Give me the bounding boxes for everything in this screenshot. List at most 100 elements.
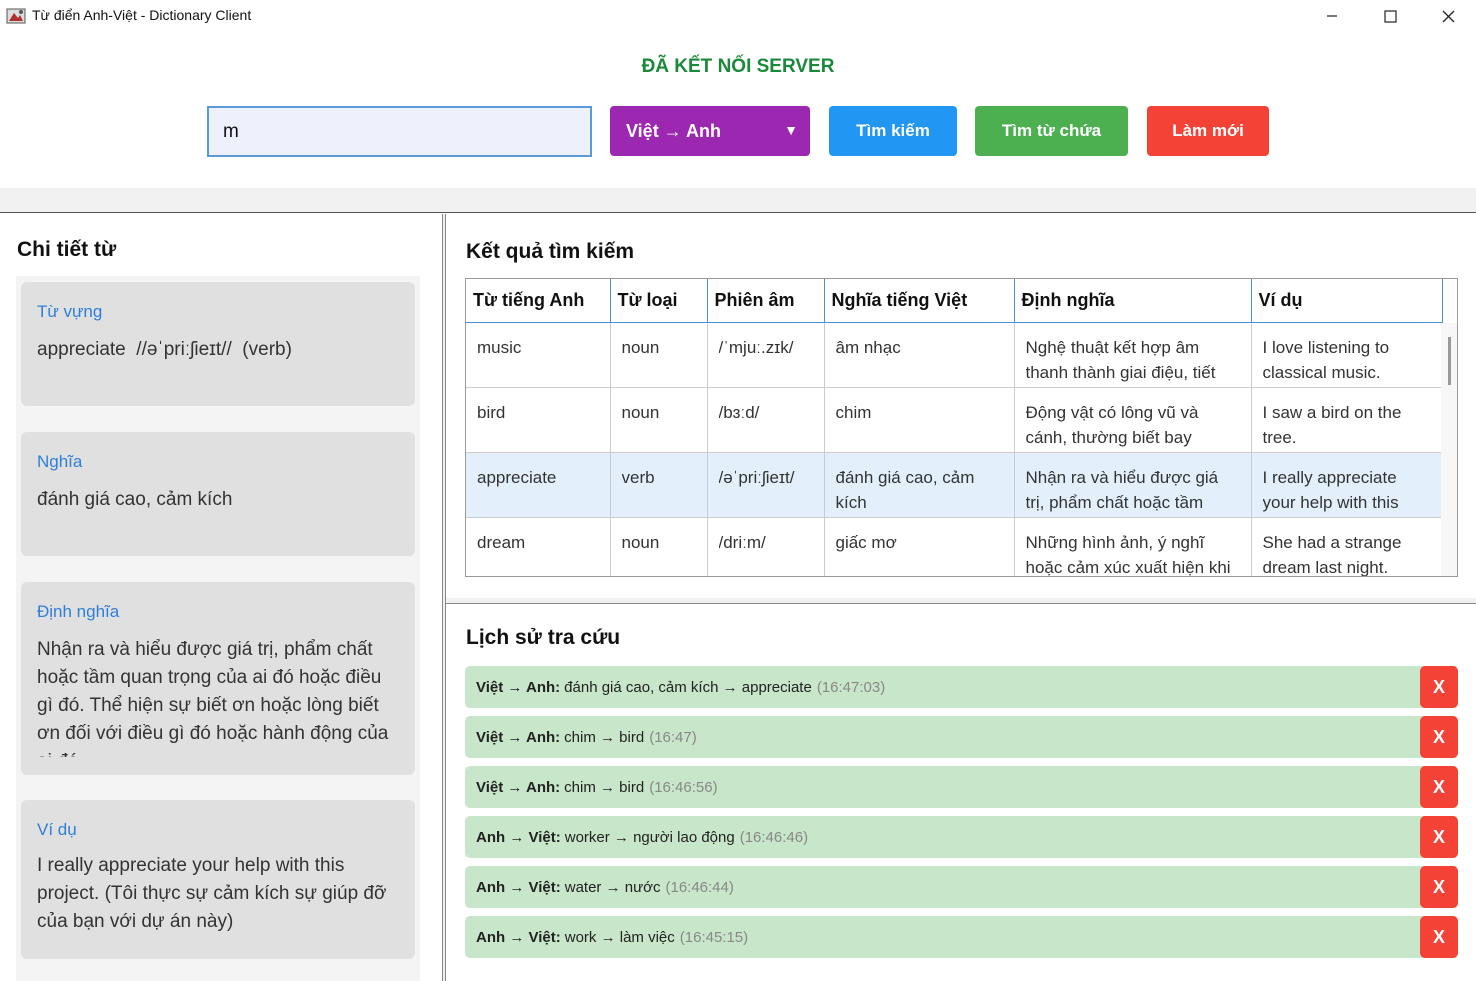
column-header[interactable]: Định nghĩa: [1014, 279, 1252, 323]
direction-select-value: Việt → Anh: [626, 120, 722, 141]
reset-button[interactable]: Làm mới: [1147, 106, 1269, 156]
column-header[interactable]: Từ loại: [610, 279, 708, 323]
history-direction: Anh → Việt:: [476, 878, 561, 896]
details-title: Chi tiết từ: [17, 238, 117, 261]
details-panel: Chi tiết từ Từ vựng appreciate //əˈpriːʃ…: [0, 214, 440, 981]
history-item[interactable]: Anh → Việt: work → làm việc (16:45:15) X: [465, 916, 1458, 958]
card-body: Nhận ra và hiểu được giá trị, phẩm chất …: [37, 639, 389, 757]
table-row-selected[interactable]: appreciate verb /əˈpriːʃieɪt/ đánh giá c…: [466, 452, 1443, 518]
close-button[interactable]: [1420, 0, 1476, 32]
history-text: chim → bird: [564, 728, 645, 746]
table-cell: Những hình ảnh, ý nghĩ hoặc cảm xúc xuất…: [1025, 532, 1231, 577]
column-header[interactable]: Nghĩa tiếng Việt: [824, 279, 1015, 323]
history-panel: Lịch sử tra cứu Việt → Anh: đánh giá cao…: [446, 604, 1476, 981]
column-header[interactable]: Ví dụ: [1251, 279, 1443, 323]
toolbar: ĐÃ KẾT NỐI SERVER Việt → Anh ▼ Tìm kiếm …: [0, 32, 1476, 188]
table-cell: noun: [621, 532, 660, 552]
table-row[interactable]: music noun /ˈmjuː.zɪk/ âm nhạc Nghệ thuậ…: [466, 322, 1443, 388]
table-cell: She had a strange dream last night.: [1262, 532, 1402, 577]
table-cell: noun: [621, 337, 660, 357]
table-cell: /driːm/: [718, 532, 766, 552]
history-time: (16:46:56): [649, 778, 718, 796]
table-cell: appreciate: [477, 467, 557, 487]
delete-history-button[interactable]: X: [1420, 816, 1458, 858]
example-card: Ví dụ I really appreciate your help with…: [21, 800, 415, 959]
table-cell: Động vật có lông vũ và cánh, thường biết…: [1025, 402, 1199, 447]
table-cell: I saw a bird on the tree.: [1262, 402, 1402, 447]
connection-status: ĐÃ KẾT NỐI SERVER: [641, 56, 835, 77]
table-row[interactable]: bird noun /bɜːd/ chim Động vật có lông v…: [466, 387, 1443, 453]
card-label: Từ vựng: [37, 302, 103, 321]
table-row[interactable]: dream noun /driːm/ giấc mơ Những hình ản…: [466, 517, 1443, 577]
direction-select[interactable]: Việt → Anh ▼: [610, 106, 810, 156]
history-time: (16:47:03): [816, 678, 886, 696]
search-contains-button[interactable]: Tìm từ chứa: [975, 106, 1128, 156]
table-cell: đánh giá cao, cảm kích: [835, 467, 975, 512]
header-divider: [0, 188, 1476, 213]
card-body: I really appreciate your help with this …: [37, 855, 387, 932]
card-label: Nghĩa: [37, 452, 83, 471]
close-icon: [1442, 10, 1454, 22]
history-time: (16:47): [649, 728, 697, 746]
table-cell: music: [477, 337, 522, 357]
vocabulary-card: Từ vựng appreciate //əˈpriːʃieɪt// (verb…: [21, 282, 415, 406]
column-header[interactable]: Phiên âm: [707, 279, 825, 323]
delete-history-button[interactable]: X: [1420, 866, 1458, 908]
card-body: đánh giá cao, cảm kích: [37, 489, 233, 510]
table-scrollbar[interactable]: [1441, 323, 1457, 576]
history-text: worker → người lao động: [564, 828, 735, 846]
table-cell: âm nhạc: [835, 337, 901, 357]
table-cell: chim: [835, 402, 872, 422]
history-item[interactable]: Việt → Anh: chim → bird (16:46:56) X: [465, 766, 1458, 808]
history-time: (16:45:15): [679, 928, 749, 946]
delete-history-button[interactable]: X: [1420, 766, 1458, 808]
history-item[interactable]: Việt → Anh: đánh giá cao, cảm kích → app…: [465, 666, 1458, 708]
app-icon: [6, 8, 26, 24]
history-item[interactable]: Anh → Việt: water → nước (16:46:44) X: [465, 866, 1458, 908]
window-title: Từ điển Anh-Việt - Dictionary Client: [32, 7, 252, 23]
details-scroll-area[interactable]: Từ vựng appreciate //əˈpriːʃieɪt// (verb…: [16, 276, 420, 981]
history-item[interactable]: Việt → Anh: chim → bird (16:47) X: [465, 716, 1458, 758]
card-label: Ví dụ: [37, 820, 77, 839]
table-header: Từ tiếng Anh Từ loại Phiên âm Nghĩa tiến…: [466, 279, 1443, 323]
table-cell: dream: [477, 532, 526, 552]
delete-history-button[interactable]: X: [1420, 716, 1458, 758]
maximize-icon: [1383, 9, 1397, 23]
title-bar: Từ điển Anh-Việt - Dictionary Client: [0, 0, 1476, 32]
table-cell: giấc mơ: [835, 532, 897, 552]
table-cell: /bɜːd/: [718, 402, 760, 422]
table-cell: Nghệ thuật kết hợp âm thanh thành giai đ…: [1025, 337, 1216, 382]
results-title: Kết quả tìm kiếm: [466, 240, 635, 263]
table-cell: I love listening to classical music.: [1262, 337, 1390, 382]
delete-history-button[interactable]: X: [1420, 666, 1458, 708]
history-direction: Anh → Việt:: [476, 928, 561, 946]
minimize-button[interactable]: [1304, 0, 1360, 32]
column-header[interactable]: Từ tiếng Anh: [466, 279, 611, 323]
search-input[interactable]: [207, 106, 592, 157]
table-cell: verb: [621, 467, 655, 487]
history-text: water → nước: [564, 878, 661, 896]
definition-card: Định nghĩa Nhận ra và hiểu được giá trị,…: [21, 582, 415, 775]
table-cell: Nhận ra và hiểu được giá trị, phẩm chất …: [1025, 467, 1219, 512]
history-time: (16:46:46): [739, 828, 809, 846]
history-item[interactable]: Anh → Việt: worker → người lao động (16:…: [465, 816, 1458, 858]
meaning-card: Nghĩa đánh giá cao, cảm kích: [21, 432, 415, 556]
history-direction: Anh → Việt:: [476, 828, 561, 846]
history-direction: Việt → Anh:: [476, 728, 561, 746]
history-text: đánh giá cao, cảm kích → appreciate: [564, 678, 812, 696]
chevron-down-icon: ▼: [784, 122, 798, 138]
delete-history-button[interactable]: X: [1420, 916, 1458, 958]
results-panel: Kết quả tìm kiếm Từ tiếng Anh Từ loại Ph…: [446, 214, 1476, 598]
minimize-icon: [1327, 15, 1337, 17]
maximize-button[interactable]: [1362, 0, 1418, 32]
table-cell: /ˈmjuː.zɪk/: [718, 337, 794, 357]
table-cell: /əˈpriːʃieɪt/: [718, 467, 795, 487]
search-button[interactable]: Tìm kiếm: [829, 106, 957, 156]
table-cell: noun: [621, 402, 660, 422]
history-text: work → làm việc: [564, 928, 675, 946]
history-title: Lịch sử tra cứu: [466, 626, 621, 649]
scrollbar-thumb[interactable]: [1448, 337, 1451, 385]
history-text: chim → bird: [564, 778, 645, 796]
table-cell: I really appreciate your help with this: [1262, 467, 1399, 512]
card-label: Định nghĩa: [37, 602, 120, 621]
